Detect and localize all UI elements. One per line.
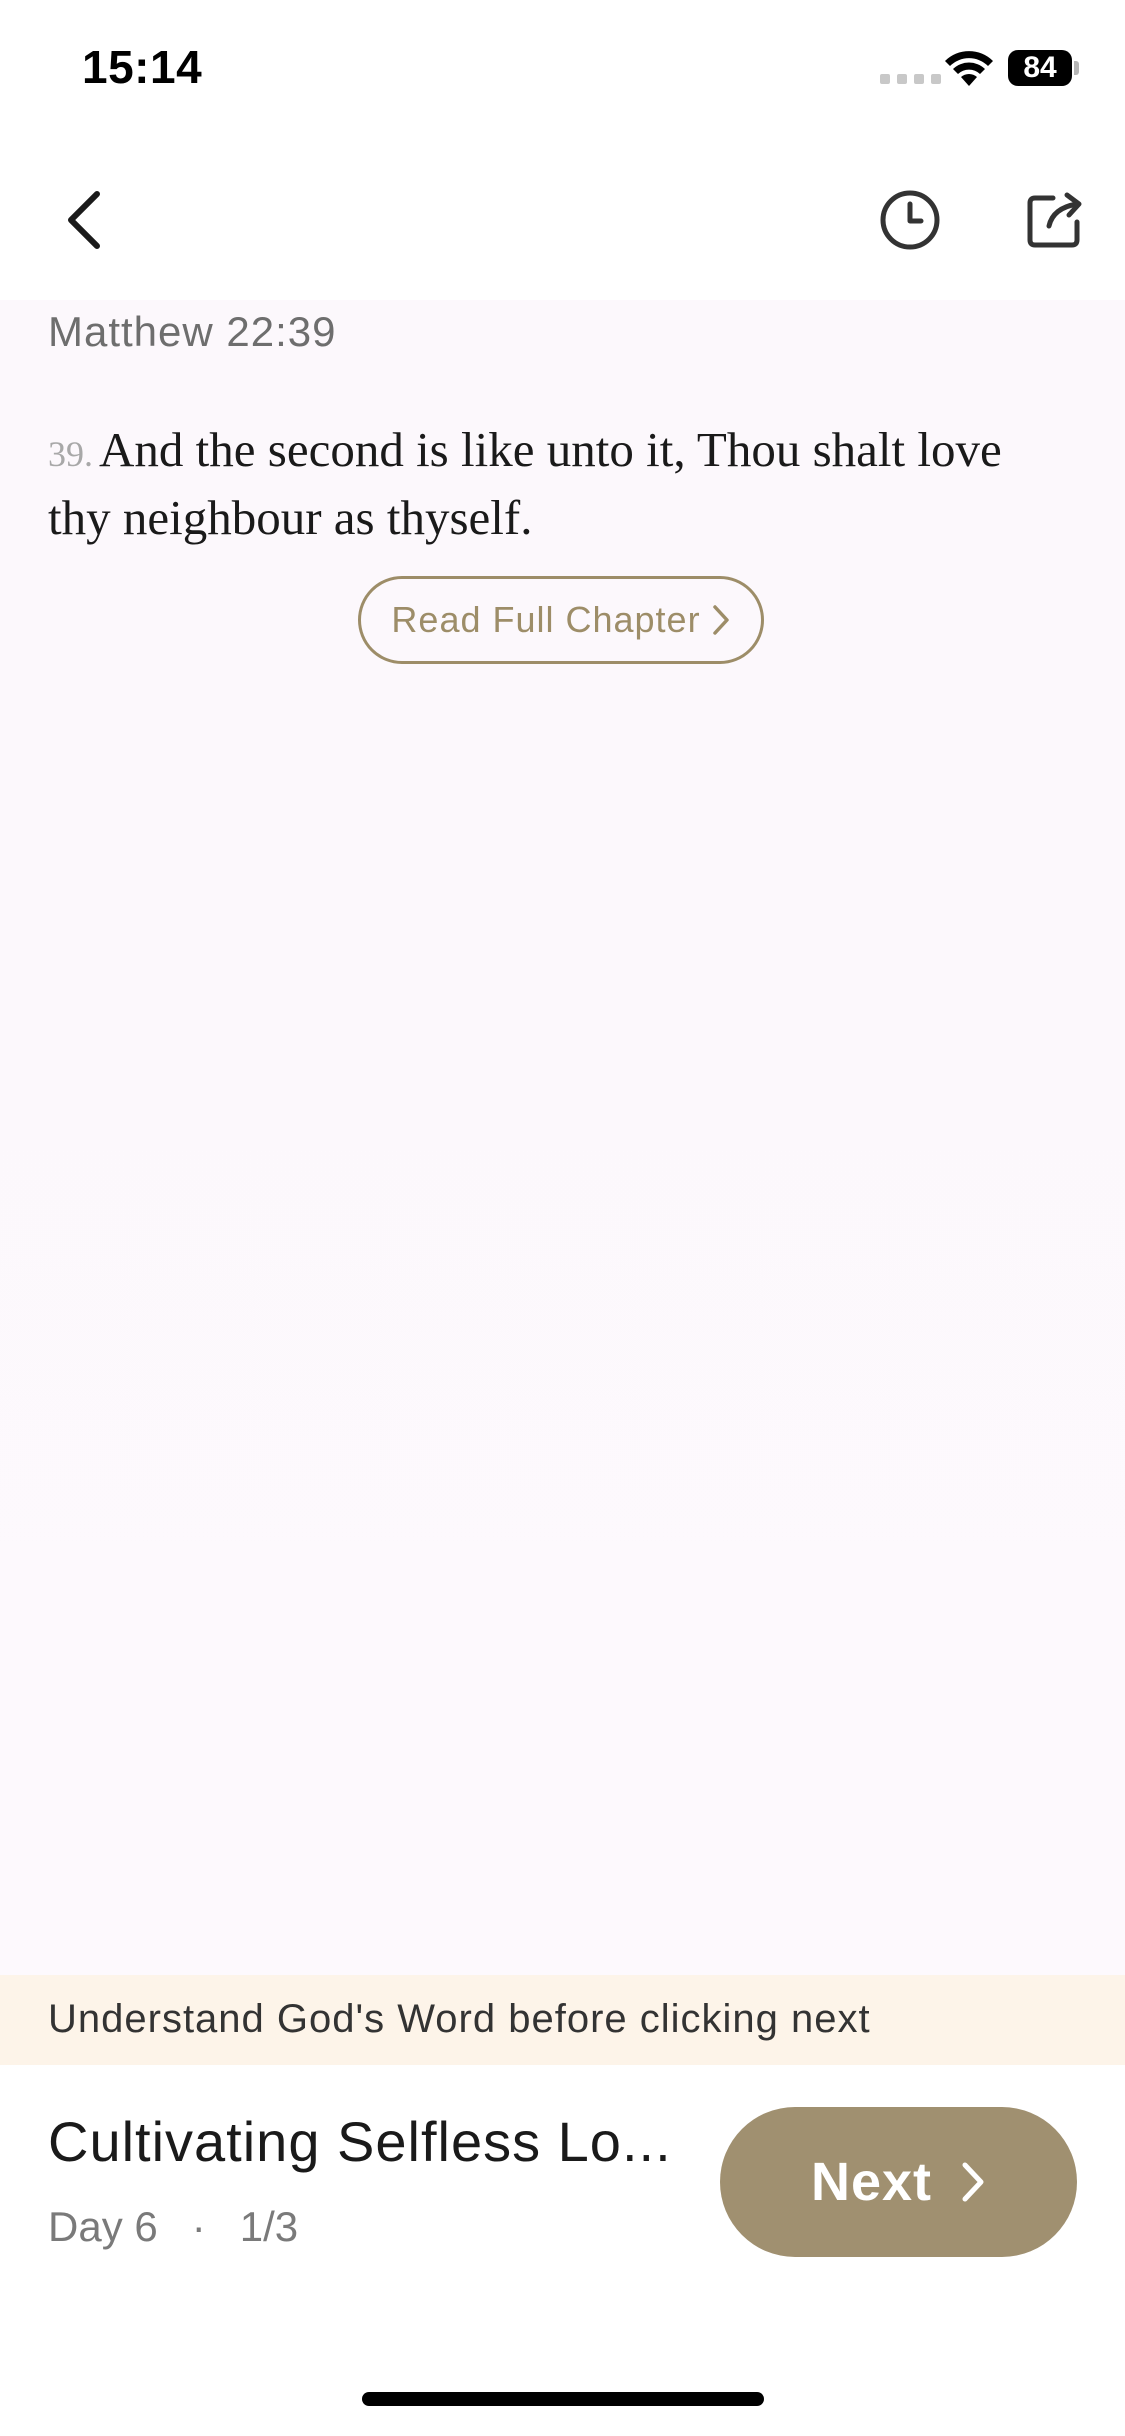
meta-separator: · <box>191 2203 206 2250</box>
home-indicator[interactable] <box>362 2392 764 2406</box>
wifi-icon <box>945 51 993 86</box>
chevron-right-icon <box>962 2162 984 2202</box>
chevron-right-icon <box>712 605 729 635</box>
next-button-label: Next <box>810 2152 933 2212</box>
battery-tip <box>1074 61 1079 75</box>
next-button[interactable]: Next <box>720 2107 1077 2257</box>
verse-text-block: 39. And the second is like unto it, Thou … <box>48 418 1068 549</box>
clock-icon <box>880 190 940 250</box>
verse-content: Matthew 22:39 39. And the second is like … <box>0 300 1125 1975</box>
history-button[interactable] <box>860 170 960 270</box>
plan-meta: Day 6 · 1/3 <box>48 2203 298 2251</box>
verse-reference: Matthew 22:39 <box>48 308 337 355</box>
verse-text: And the second is like unto it, Thou sha… <box>48 422 1002 545</box>
status-bar: 15:14 84 <box>0 0 1125 135</box>
plan-progress: 1/3 <box>239 2203 299 2250</box>
chevron-left-icon <box>68 191 100 249</box>
read-full-chapter-label: Read Full Chapter <box>391 599 701 640</box>
battery-level: 84 <box>1023 51 1057 84</box>
share-button[interactable] <box>1005 170 1105 270</box>
read-full-chapter-button[interactable]: Read Full Chapter <box>358 576 764 664</box>
plan-footer: Cultivating Selfless Lo... Day 6 · 1/3 N… <box>0 2065 1125 2436</box>
back-button[interactable] <box>40 175 130 265</box>
battery-icon: 84 <box>1008 50 1072 86</box>
plan-title: Cultivating Selfless Lo... <box>48 2110 672 2173</box>
status-time: 15:14 <box>82 41 203 93</box>
plan-day: Day 6 <box>48 2203 158 2250</box>
nav-bar <box>0 135 1125 300</box>
cellular-signal-icon <box>880 74 941 84</box>
share-icon <box>1027 192 1082 248</box>
verse-number: 39. <box>48 434 93 474</box>
hint-text: Understand God's Word before clicking ne… <box>48 1997 871 2041</box>
hint-banner: Understand God's Word before clicking ne… <box>0 1975 1125 2065</box>
